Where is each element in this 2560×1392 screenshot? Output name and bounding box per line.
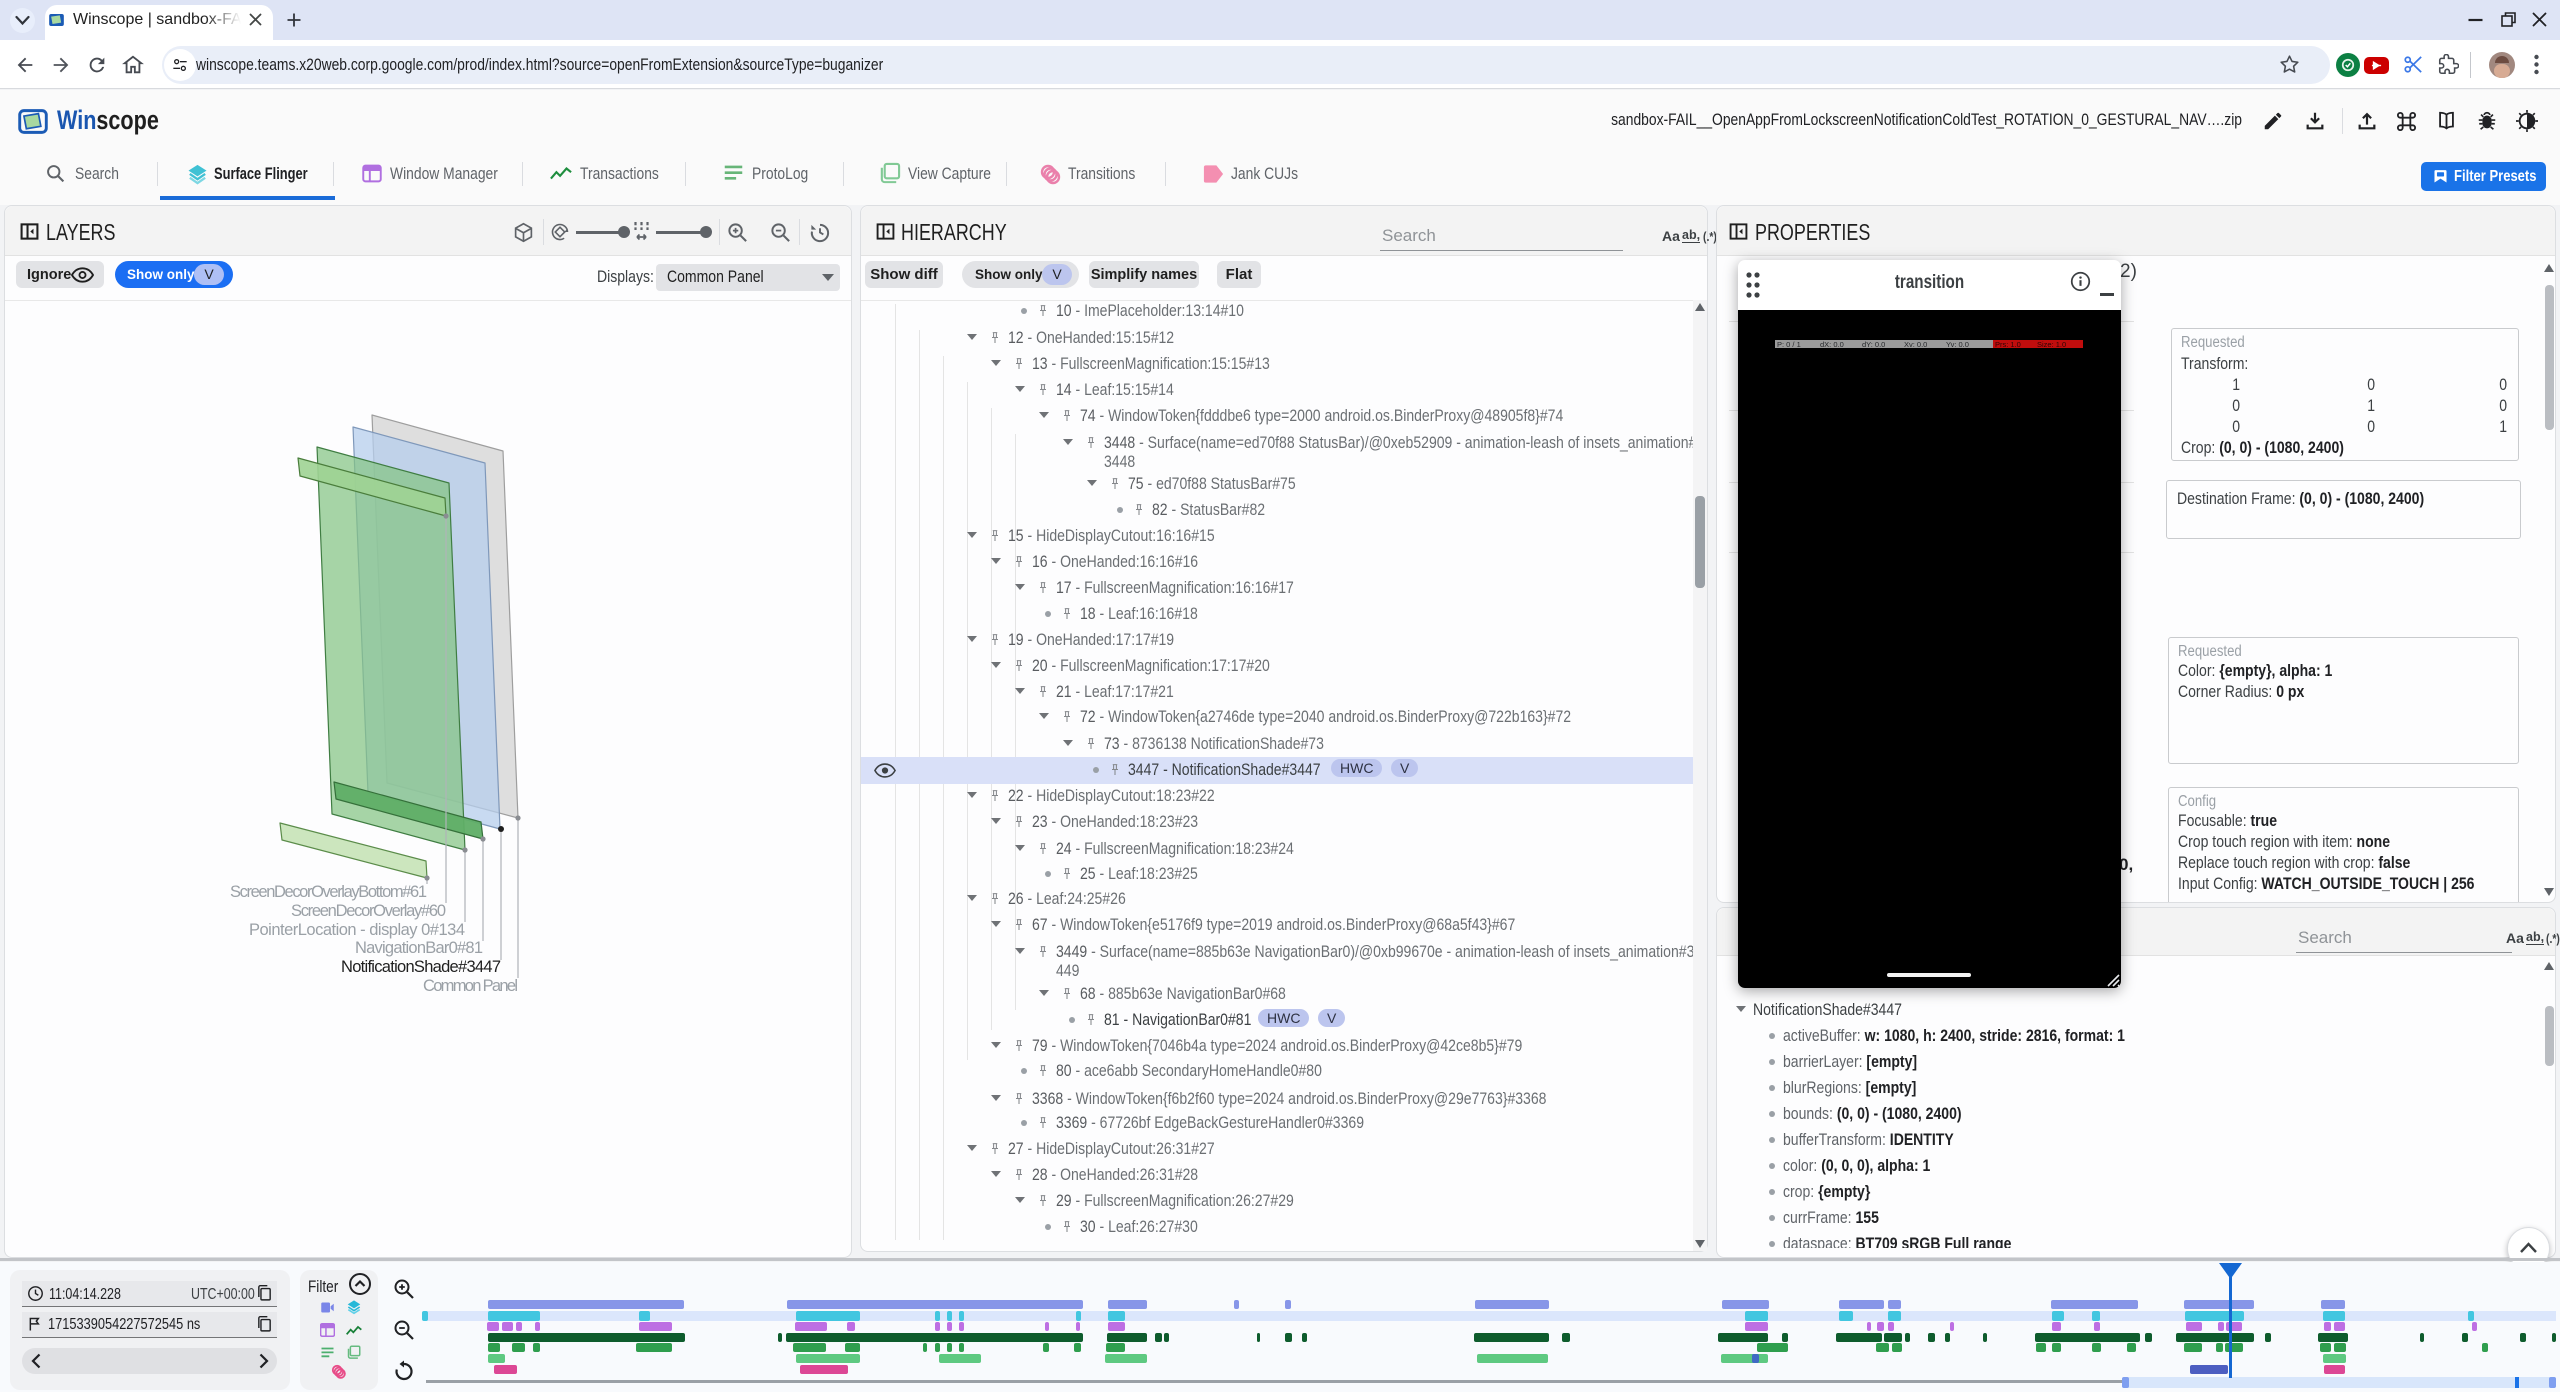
svg-text:ScreenDecorOverlayBottom#61: ScreenDecorOverlayBottom#61 xyxy=(230,883,427,901)
svg-text:PointerLocation - display 0#13: PointerLocation - display 0#134 xyxy=(249,921,465,939)
svg-text:Common Panel: Common Panel xyxy=(423,977,518,995)
svg-text:NavigationBar0#81: NavigationBar0#81 xyxy=(355,939,483,957)
svg-text:ScreenDecorOverlay#60: ScreenDecorOverlay#60 xyxy=(291,902,446,920)
svg-text:NotificationShade#3447: NotificationShade#3447 xyxy=(341,958,501,976)
